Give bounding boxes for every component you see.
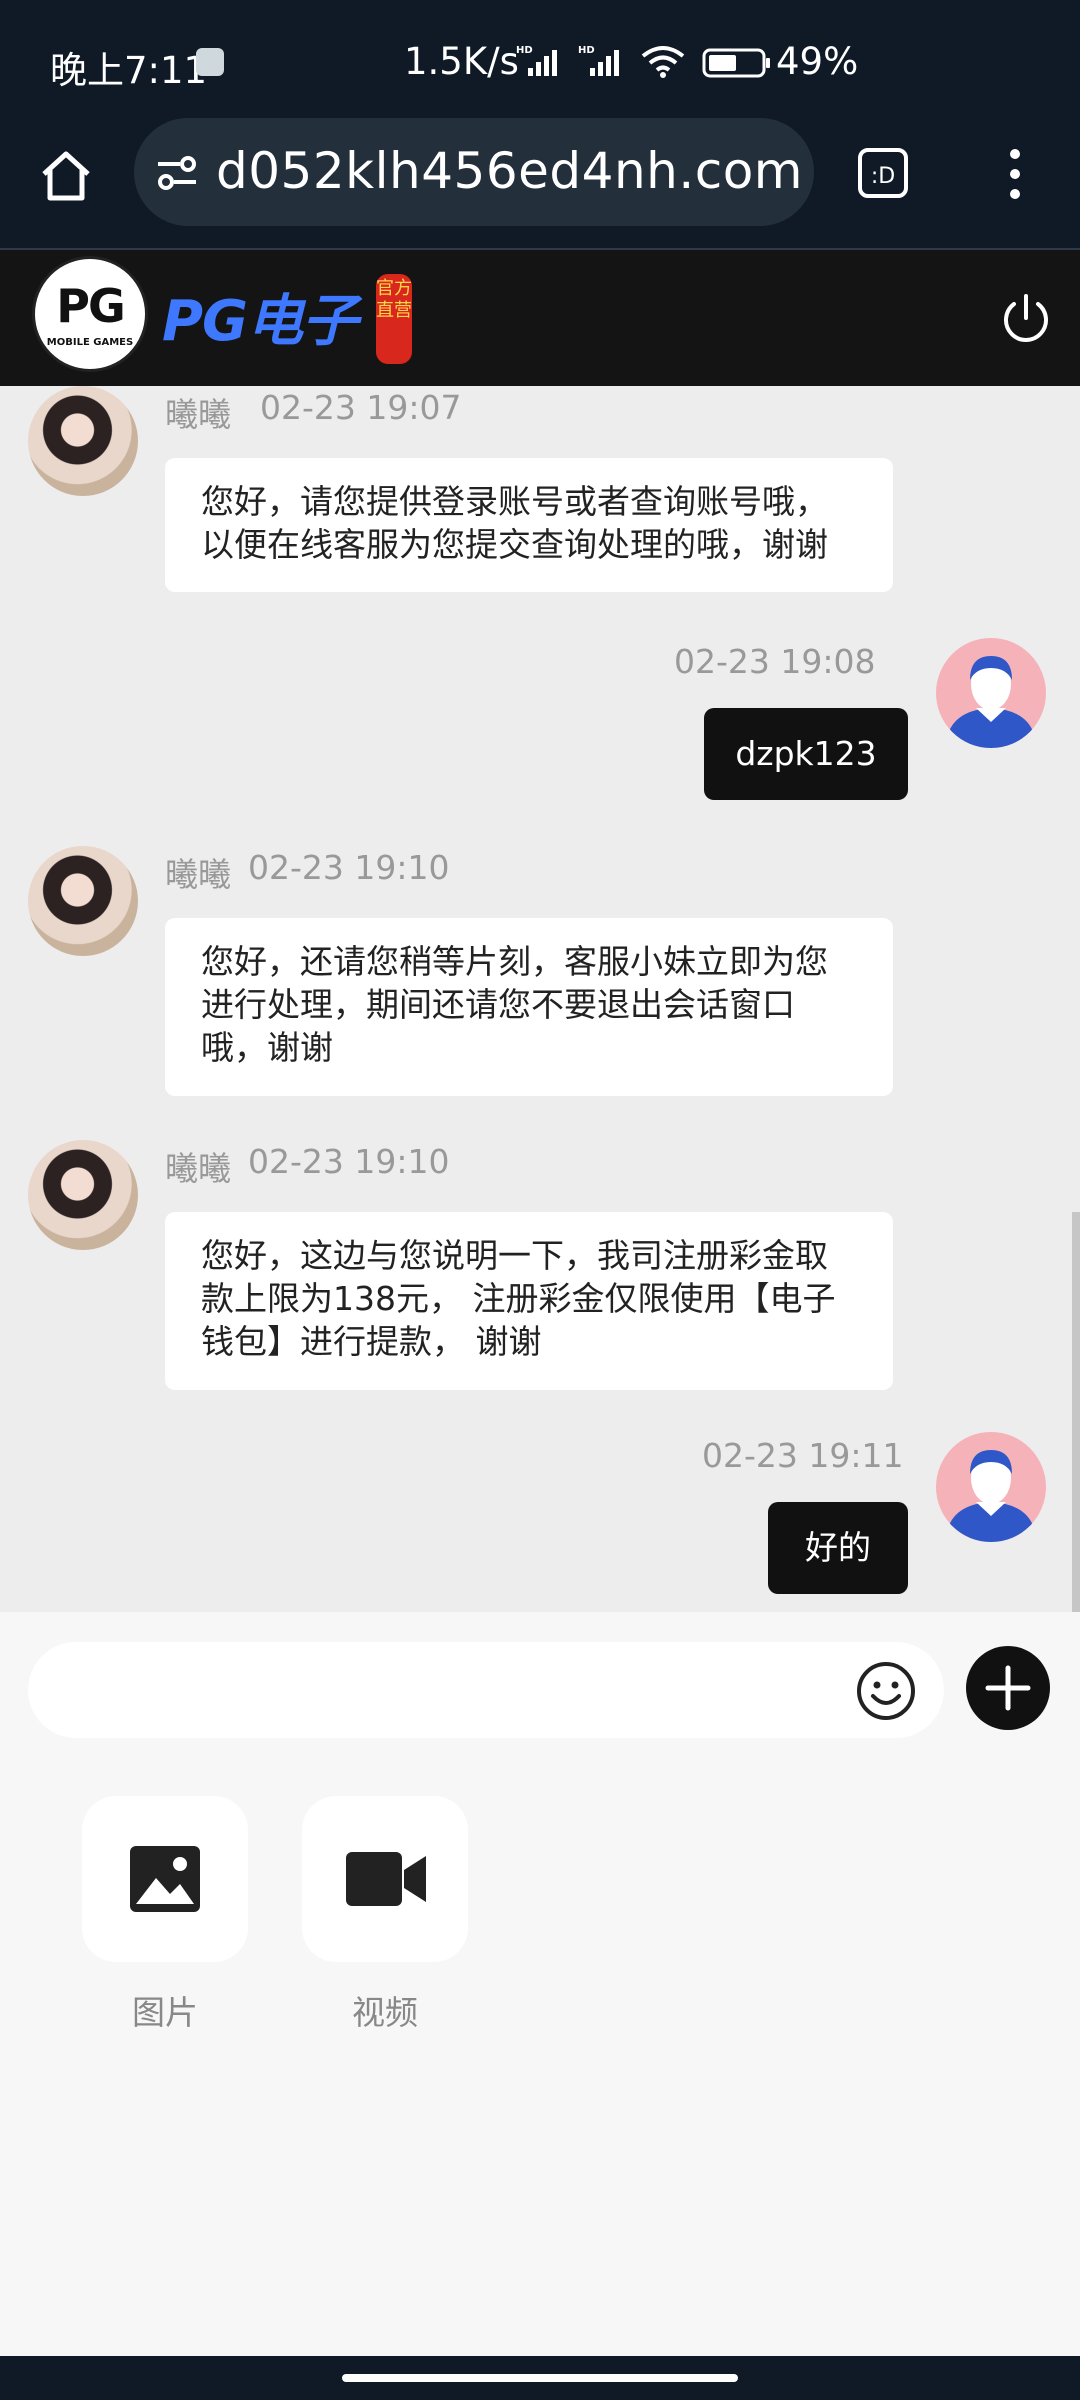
message-composer: 图片 视频: [0, 1612, 1080, 2400]
image-picker-label: 图片: [132, 1993, 198, 2032]
user-avatar: [936, 1432, 1046, 1542]
notification-icon: [196, 48, 224, 76]
power-icon[interactable]: [998, 292, 1054, 348]
sender-name: 曦曦: [165, 395, 231, 434]
user-avatar: [936, 638, 1046, 748]
message-input[interactable]: [28, 1642, 944, 1738]
scrollbar[interactable]: [1072, 1212, 1080, 1612]
agent-avatar: [28, 846, 138, 956]
message-time: 02-23 19:10: [248, 1142, 450, 1181]
svg-text:HD: HD: [578, 45, 595, 56]
signal-icon-2: HD: [578, 45, 619, 76]
agent-message-bubble: 您好，这边与您说明一下，我司注册彩金取款上限为138元， 注册彩金仅限使用【电子…: [165, 1212, 893, 1390]
agent-message-bubble: 您好，还请您稍等片刻，客服小妹立即为您进行处理，期间还请您不要退出会话窗口哦，谢…: [165, 918, 893, 1096]
message-time: 02-23 19:08: [674, 642, 876, 681]
image-picker-button[interactable]: [82, 1796, 248, 1962]
svg-text:HD: HD: [516, 45, 533, 56]
battery-percent: 49%: [776, 40, 859, 83]
browser-toolbar: d052klh456ed4nh.com :D: [0, 118, 1080, 250]
home-icon[interactable]: [38, 148, 94, 204]
site-settings-icon[interactable]: [154, 150, 200, 196]
image-icon: [130, 1846, 200, 1912]
status-bar: 晚上7:11 1.5K/s HD HD 49%: [0, 0, 1080, 118]
site-header: PG MOBILE GAMES PG电子 官方直营: [0, 250, 1080, 386]
brand-title: PG电子: [162, 289, 358, 354]
plus-icon: [985, 1665, 1031, 1711]
wifi-icon: [641, 46, 685, 78]
video-picker-label: 视频: [352, 1993, 418, 2032]
sender-name: 曦曦: [165, 855, 231, 894]
emoji-icon[interactable]: [855, 1660, 917, 1722]
url-text[interactable]: d052klh456ed4nh.com: [216, 142, 803, 200]
attach-button[interactable]: [966, 1646, 1050, 1730]
signal-icon: HD: [516, 45, 557, 76]
more-menu-icon[interactable]: [1000, 146, 1030, 202]
user-message-bubble: dzpk123: [704, 708, 908, 800]
home-gesture-bar[interactable]: [342, 2374, 738, 2382]
pg-logo: PG MOBILE GAMES: [32, 256, 148, 372]
network-speed: 1.5K/s: [404, 40, 519, 83]
battery-icon: [702, 48, 770, 78]
message-time: 02-23 19:11: [702, 1436, 904, 1475]
status-time: 晚上7:11: [50, 49, 208, 92]
tab-switcher-button[interactable]: :D: [858, 148, 908, 198]
message-time: 02-23 19:07: [260, 388, 462, 427]
video-picker-button[interactable]: [302, 1796, 468, 1962]
system-nav-bar: [0, 2356, 1080, 2400]
official-seal: 官方直营: [376, 274, 412, 364]
message-time: 02-23 19:10: [248, 848, 450, 887]
agent-avatar: [28, 386, 138, 496]
agent-avatar: [28, 1140, 138, 1250]
url-bar[interactable]: d052klh456ed4nh.com: [134, 118, 814, 226]
chat-history[interactable]: 曦曦 02-23 19:07 您好，请您提供登录账号或者查询账号哦，以便在线客服…: [0, 386, 1080, 1612]
video-icon: [346, 1852, 426, 1906]
agent-message-bubble: 您好，请您提供登录账号或者查询账号哦，以便在线客服为您提交查询处理的哦，谢谢: [165, 458, 893, 592]
user-message-bubble: 好的: [768, 1502, 908, 1594]
sender-name: 曦曦: [165, 1149, 231, 1188]
